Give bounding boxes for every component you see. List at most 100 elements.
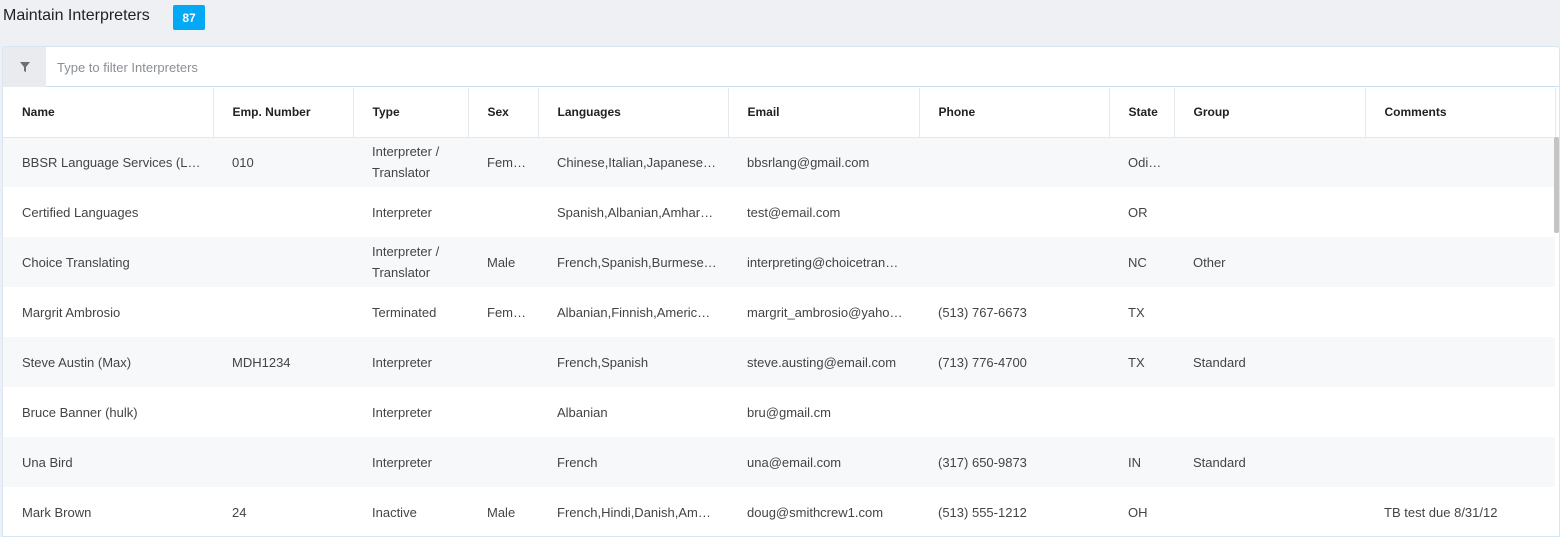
table-row[interactable]: BBSR Language Services (L… 010 Interpret… (3, 137, 1555, 187)
cell-email: interpreting@choicetran… (728, 237, 919, 287)
cell-state: Odisha (1109, 137, 1174, 187)
cell-emp-number (213, 287, 353, 337)
table-row[interactable]: Choice Translating Interpreter / Transla… (3, 237, 1555, 287)
cell-email: doug@smithcrew1.com (728, 487, 919, 536)
column-header-languages[interactable]: Languages (538, 88, 729, 138)
page-header: Maintain Interpreters 87 (0, 0, 1560, 40)
cell-languages: French,Spanish,Burmese… (538, 237, 728, 287)
cell-phone (919, 387, 1109, 437)
column-header-name[interactable]: Name (3, 88, 214, 138)
cell-group (1174, 187, 1365, 237)
table-row[interactable]: Mark Brown 24 Inactive Male French,Hindi… (3, 487, 1555, 536)
cell-name: Bruce Banner (hulk) (3, 387, 213, 437)
cell-group (1174, 287, 1365, 337)
column-header-state[interactable]: State (1109, 88, 1175, 138)
cell-group: Standard (1174, 337, 1365, 387)
cell-phone (919, 237, 1109, 287)
cell-comments (1365, 187, 1555, 237)
table-row[interactable]: Margrit Ambrosio Terminated Female Alban… (3, 287, 1555, 337)
cell-comments (1365, 337, 1555, 387)
cell-name: Steve Austin (Max) (3, 337, 213, 387)
cell-name: Certified Languages (3, 187, 213, 237)
cell-emp-number: 010 (213, 137, 353, 187)
cell-phone (919, 187, 1109, 237)
cell-name: Mark Brown (3, 487, 213, 536)
cell-state: TX (1109, 337, 1174, 387)
cell-sex: Male (468, 237, 538, 287)
filter-bar (3, 47, 1559, 87)
cell-state: OH (1109, 487, 1174, 536)
cell-comments (1365, 287, 1555, 337)
cell-type: Interpreter (353, 187, 468, 237)
cell-sex (468, 437, 538, 487)
cell-type: Interpreter (353, 337, 468, 387)
cell-state (1109, 387, 1174, 437)
cell-phone: (513) 767-6673 (919, 287, 1109, 337)
cell-state: TX (1109, 287, 1174, 337)
cell-sex (468, 387, 538, 437)
count-badge: 87 (173, 5, 205, 30)
cell-type: Inactive (353, 487, 468, 536)
cell-comments: TB test due 8/31/12 (1365, 487, 1555, 536)
cell-sex: Female (468, 287, 538, 337)
filter-input[interactable] (46, 47, 1546, 87)
cell-comments (1365, 437, 1555, 487)
cell-comments (1365, 387, 1555, 437)
cell-email: bru@gmail.cm (728, 387, 919, 437)
column-header-group[interactable]: Group (1174, 88, 1366, 138)
cell-group (1174, 137, 1365, 187)
cell-comments (1365, 137, 1555, 187)
cell-emp-number (213, 437, 353, 487)
cell-name: Margrit Ambrosio (3, 287, 213, 337)
cell-sex: Female (468, 137, 538, 187)
cell-languages: Chinese,Italian,Japanese… (538, 137, 728, 187)
cell-sex (468, 337, 538, 387)
cell-email: una@email.com (728, 437, 919, 487)
cell-languages: Albanian,Finnish,Americ… (538, 287, 728, 337)
cell-state: OR (1109, 187, 1174, 237)
cell-emp-number: 24 (213, 487, 353, 536)
interpreters-table: Name Emp. Number Type Sex Languages Emai… (3, 88, 1556, 536)
table-row[interactable]: Steve Austin (Max) MDH1234 Interpreter F… (3, 337, 1555, 387)
cell-languages: Albanian (538, 387, 728, 437)
cell-name: Choice Translating (3, 237, 213, 287)
cell-email: test@email.com (728, 187, 919, 237)
cell-languages: French (538, 437, 728, 487)
filter-icon (19, 62, 30, 72)
cell-type: Interpreter / Translator (353, 237, 468, 287)
cell-state: NC (1109, 237, 1174, 287)
cell-group: Standard (1174, 437, 1365, 487)
cell-group (1174, 387, 1365, 437)
column-header-comments[interactable]: Comments (1365, 88, 1556, 138)
interpreters-panel: Name Emp. Number Type Sex Languages Emai… (2, 46, 1560, 537)
cell-group (1174, 487, 1365, 536)
cell-phone (919, 137, 1109, 187)
cell-group: Other (1174, 237, 1365, 287)
cell-languages: French,Spanish (538, 337, 728, 387)
filter-button[interactable] (3, 47, 46, 87)
cell-emp-number (213, 387, 353, 437)
page-title: Maintain Interpreters (3, 7, 150, 24)
cell-email: steve.austing@email.com (728, 337, 919, 387)
column-header-email[interactable]: Email (728, 88, 920, 138)
cell-email: margrit_ambrosio@yaho… (728, 287, 919, 337)
cell-name: Una Bird (3, 437, 213, 487)
column-header-type[interactable]: Type (353, 88, 469, 138)
cell-name: BBSR Language Services (L… (3, 137, 213, 187)
cell-phone: (513) 555-1212 (919, 487, 1109, 536)
cell-sex (468, 187, 538, 237)
cell-phone: (713) 776-4700 (919, 337, 1109, 387)
table-header-row: Name Emp. Number Type Sex Languages Emai… (3, 88, 1556, 138)
cell-languages: Spanish,Albanian,Amhar… (538, 187, 728, 237)
cell-type: Interpreter / Translator (353, 137, 468, 187)
table-row[interactable]: Certified Languages Interpreter Spanish,… (3, 187, 1555, 237)
column-header-emp-number[interactable]: Emp. Number (213, 88, 354, 138)
cell-email: bbsrlang@gmail.com (728, 137, 919, 187)
table-row[interactable]: Una Bird Interpreter French una@email.co… (3, 437, 1555, 487)
column-header-phone[interactable]: Phone (919, 88, 1110, 138)
cell-type: Interpreter (353, 387, 468, 437)
table-row[interactable]: Bruce Banner (hulk) Interpreter Albanian… (3, 387, 1555, 437)
column-header-sex[interactable]: Sex (468, 88, 539, 138)
vertical-scrollbar[interactable] (1554, 137, 1559, 233)
cell-comments (1365, 237, 1555, 287)
